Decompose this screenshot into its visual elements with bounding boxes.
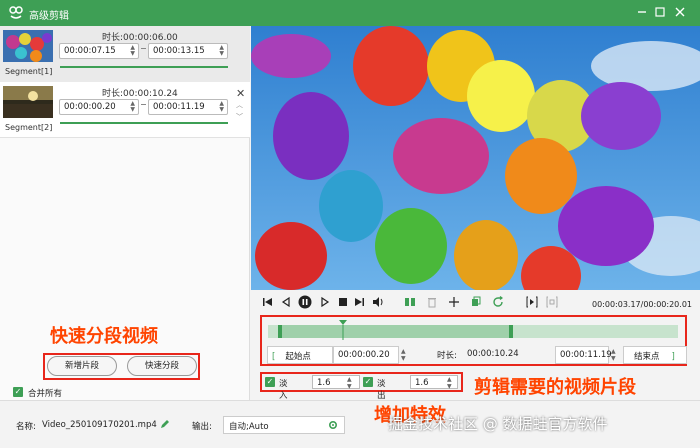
fade-in-checkbox[interactable]: ✓ <box>265 377 275 387</box>
stop-icon[interactable] <box>337 296 349 308</box>
output-label: 输出: <box>192 422 212 432</box>
go-to-end-icon[interactable] <box>353 296 365 308</box>
delete-segment-icon[interactable]: ✕ <box>236 87 245 100</box>
fade-out-label: 淡出 <box>377 379 386 401</box>
range-dash <box>141 48 146 49</box>
maximize-icon[interactable] <box>652 4 668 20</box>
trim-duration-label: 时长: <box>437 351 457 361</box>
range-end-handle[interactable] <box>509 325 513 338</box>
segment-start-field[interactable]: 00:00:07.15 ▲ ▼ <box>59 43 139 59</box>
watermark: 掘金技术社区 @ 数据蛙官方软件 <box>388 415 608 433</box>
merge-all-checkbox[interactable]: ✓ <box>13 387 23 397</box>
spinner-icon[interactable]: ▲ ▼ <box>347 376 352 390</box>
file-name: Video_250109170201.mp4 <box>42 420 157 430</box>
range-dash <box>141 104 146 105</box>
segment-end-field[interactable]: 00:00:13.15 ▲ ▼ <box>148 43 228 59</box>
segment-item[interactable]: Segment[1] 时长:00:00:06.00 00:00:07.15 ▲ ▼ … <box>0 26 250 82</box>
step-back-icon[interactable] <box>280 296 292 308</box>
segment-thumbnail <box>3 30 53 62</box>
trim-end-field[interactable]: 00:00:11.19 <box>555 346 612 364</box>
minimize-icon[interactable] <box>634 4 650 20</box>
spinner-icon[interactable]: ▲ ▼ <box>219 45 224 57</box>
segment-end-field[interactable]: 00:00:11.19 ▲ ▼ <box>148 99 228 115</box>
merge-all-label: 合并所有 <box>28 389 63 399</box>
segment-panel: Segment[1] 时长:00:00:06.00 00:00:07.15 ▲ ▼ … <box>0 26 250 400</box>
spinner-icon[interactable]: ▲ ▼ <box>611 348 616 362</box>
segment-range-bar <box>60 66 228 68</box>
add-segment-button[interactable]: 新增片段 <box>47 356 117 376</box>
segment-start-field[interactable]: 00:00:00.20 ▲ ▼ <box>59 99 139 115</box>
delete-icon[interactable] <box>426 296 438 308</box>
snapshot-icon[interactable] <box>546 296 558 308</box>
mark-in-out-icon[interactable] <box>526 296 538 308</box>
playback-time: 00:00:03.17/00:00:20.01 <box>591 300 692 309</box>
trim-duration: 00:00:10.24 <box>467 349 519 359</box>
segment-duration: 时长:00:00:10.24 <box>102 89 178 99</box>
go-to-start-icon[interactable] <box>262 296 274 308</box>
move-up-icon[interactable]: ︿ <box>236 100 243 110</box>
video-preview[interactable] <box>251 26 700 290</box>
segment-label: Segment[2] <box>5 123 53 132</box>
output-select[interactable]: 自动;Auto <box>223 416 345 434</box>
close-icon[interactable] <box>672 4 688 20</box>
spinner-icon[interactable]: ▲ ▼ <box>130 45 135 57</box>
fade-in-label: 淡入 <box>279 379 288 401</box>
playhead-icon[interactable] <box>339 320 347 340</box>
title-bar: 高级剪辑 <box>0 0 700 26</box>
segment-item[interactable]: Segment[2] 时长:00:00:10.24 00:00:00.20 ▲ ▼ … <box>0 82 250 138</box>
fade-out-checkbox[interactable]: ✓ <box>363 377 373 387</box>
spinner-icon[interactable]: ▲ ▼ <box>447 376 452 390</box>
spinner-icon[interactable]: ▲ ▼ <box>401 348 406 362</box>
quick-split-button[interactable]: 快速分段 <box>127 356 197 376</box>
add-icon[interactable] <box>448 296 460 308</box>
app-logo-icon <box>9 6 23 19</box>
annotation-clip-segment: 剪辑需要的视频片段 <box>474 377 636 398</box>
reset-icon[interactable] <box>492 296 504 308</box>
volume-icon[interactable] <box>372 296 384 308</box>
player-controls: 00:00:03.17/00:00:20.01 [起始点 00:00:00.20… <box>251 290 700 401</box>
set-end-button[interactable]: 结束点] <box>623 346 687 364</box>
spinner-icon[interactable]: ▲ ▼ <box>130 101 135 113</box>
segment-thumbnail <box>3 86 53 118</box>
timeline[interactable] <box>268 320 678 340</box>
spinner-icon[interactable]: ▲ ▼ <box>219 101 224 113</box>
segment-duration: 时长:00:00:06.00 <box>102 33 178 43</box>
window-title: 高级剪辑 <box>29 11 69 22</box>
video-frame-image <box>251 26 700 290</box>
fade-in-value[interactable]: 1.6 <box>312 375 360 389</box>
selected-range[interactable] <box>278 325 509 338</box>
segment-label: Segment[1] <box>5 67 53 76</box>
split-icon[interactable] <box>404 296 416 308</box>
pause-icon[interactable] <box>298 295 312 309</box>
trim-controls: [起始点 00:00:00.20 ▲ ▼ 时长: 00:00:10.24 00:0… <box>267 346 687 364</box>
annotation-quick-split: 快速分段视频 <box>50 326 158 347</box>
copy-icon[interactable] <box>470 296 482 308</box>
advanced-edit-window: 高级剪辑 Segment[1] 时长:00:00:06.00 00:00:07.… <box>0 0 700 448</box>
segment-range-bar <box>60 122 228 124</box>
move-down-icon[interactable]: ﹀ <box>236 112 243 122</box>
range-start-handle[interactable] <box>278 325 282 338</box>
gear-icon[interactable] <box>328 420 338 430</box>
bottom-bar: 名称: Video_250109170201.mp4 输出: 自动;Auto 增… <box>0 400 700 448</box>
set-start-button[interactable]: [起始点 <box>267 346 333 364</box>
step-forward-icon[interactable] <box>319 296 331 308</box>
edit-icon[interactable] <box>160 419 170 429</box>
trim-start-field[interactable]: 00:00:00.20 <box>333 346 399 364</box>
name-label: 名称: <box>16 422 36 432</box>
